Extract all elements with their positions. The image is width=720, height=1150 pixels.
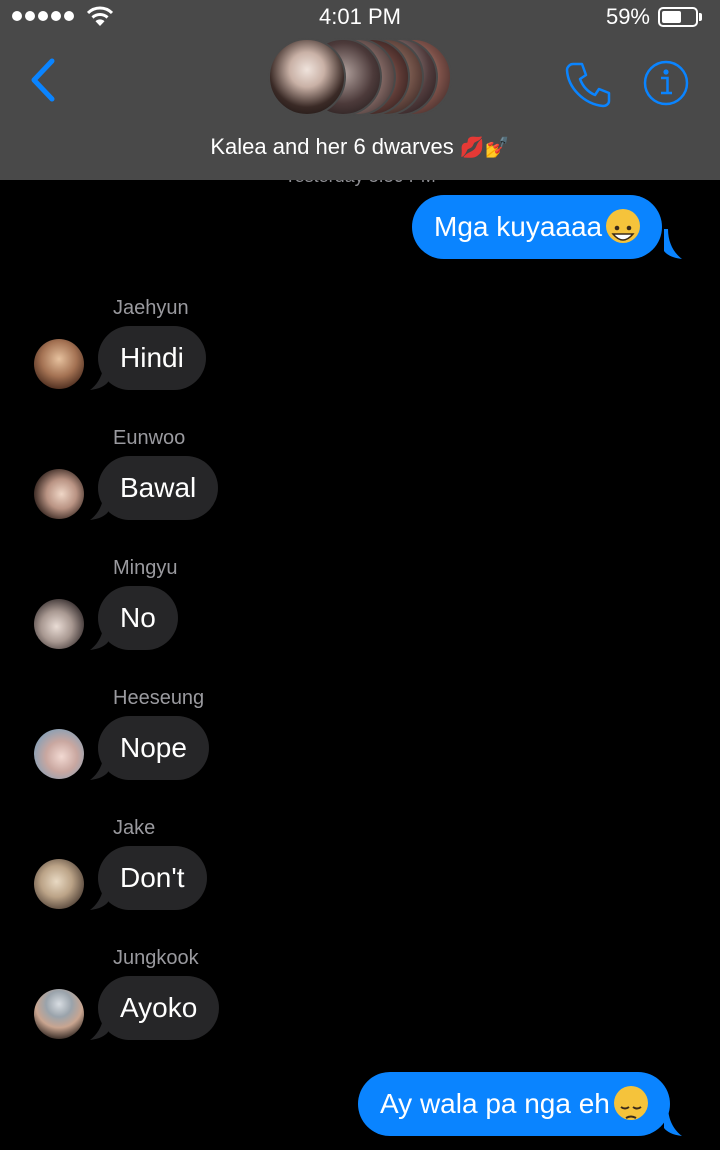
avatar-mingyu[interactable] (34, 599, 84, 649)
phone-icon[interactable] (563, 60, 611, 108)
message-text: Nope (120, 732, 187, 763)
sender-name: Jungkook (113, 947, 199, 969)
grinning-face-icon (606, 208, 641, 243)
message-text: Bawal (120, 472, 197, 503)
message-text: No (120, 602, 156, 633)
message-text: Hindi (120, 342, 184, 373)
incoming-message[interactable]: Bawal (98, 456, 219, 520)
bubble-tail (90, 620, 108, 650)
incoming-message[interactable]: No (98, 586, 178, 650)
info-icon[interactable] (642, 59, 690, 107)
battery-percentage: 59% (605, 4, 650, 29)
sender-name: Jaehyun (113, 297, 189, 319)
incoming-message[interactable]: Nope (98, 716, 209, 780)
sender-name: Eunwoo (113, 427, 186, 449)
bubble-tail (90, 880, 108, 910)
avatar-jake[interactable] (34, 859, 84, 909)
battery-icon (658, 7, 698, 27)
message-text: Mga kuyaaaa (434, 211, 603, 242)
bubble-tail (664, 229, 682, 259)
conversation-header: Kalea and her 6 dwarves 💋💅 (0, 34, 720, 180)
group-member-avatar-kalea (268, 38, 346, 116)
bubble-tail (90, 360, 108, 390)
message-text: Ayoko (120, 992, 198, 1023)
bubble-tail (664, 1106, 682, 1136)
group-avatar-stack[interactable] (268, 38, 452, 116)
sender-name: Mingyu (113, 557, 178, 579)
battery-cap (699, 13, 702, 21)
avatar-jaehyun[interactable] (34, 339, 84, 389)
bubble-tail (90, 490, 108, 520)
incoming-message[interactable]: Don't (98, 846, 207, 910)
group-name-emojis: 💋💅 (459, 137, 510, 159)
bubble-tail (90, 1010, 108, 1040)
message-text: Don't (120, 862, 185, 893)
group-name: Kalea and her 6 dwarves (210, 134, 454, 159)
outgoing-message[interactable]: Mga kuyaaaa (412, 195, 663, 259)
pensive-face-icon (613, 1085, 648, 1120)
bubble-tail (90, 750, 108, 780)
group-title[interactable]: Kalea and her 6 dwarves 💋💅 (0, 134, 720, 160)
message-text: Ay wala pa nga eh (380, 1088, 610, 1119)
outgoing-message[interactable]: Ay wala pa nga eh (358, 1072, 670, 1136)
sender-name: Jake (113, 817, 156, 839)
avatar-eunwoo[interactable] (34, 469, 84, 519)
incoming-message[interactable]: Hindi (98, 326, 206, 390)
avatar-heeseung[interactable] (34, 729, 84, 779)
status-bar: 4:01 PM 59% (0, 0, 720, 34)
sender-name: Heeseung (113, 687, 205, 709)
avatar-jungkook[interactable] (34, 989, 84, 1039)
chevron-left-icon[interactable] (26, 56, 60, 104)
incoming-message[interactable]: Ayoko (98, 976, 220, 1040)
